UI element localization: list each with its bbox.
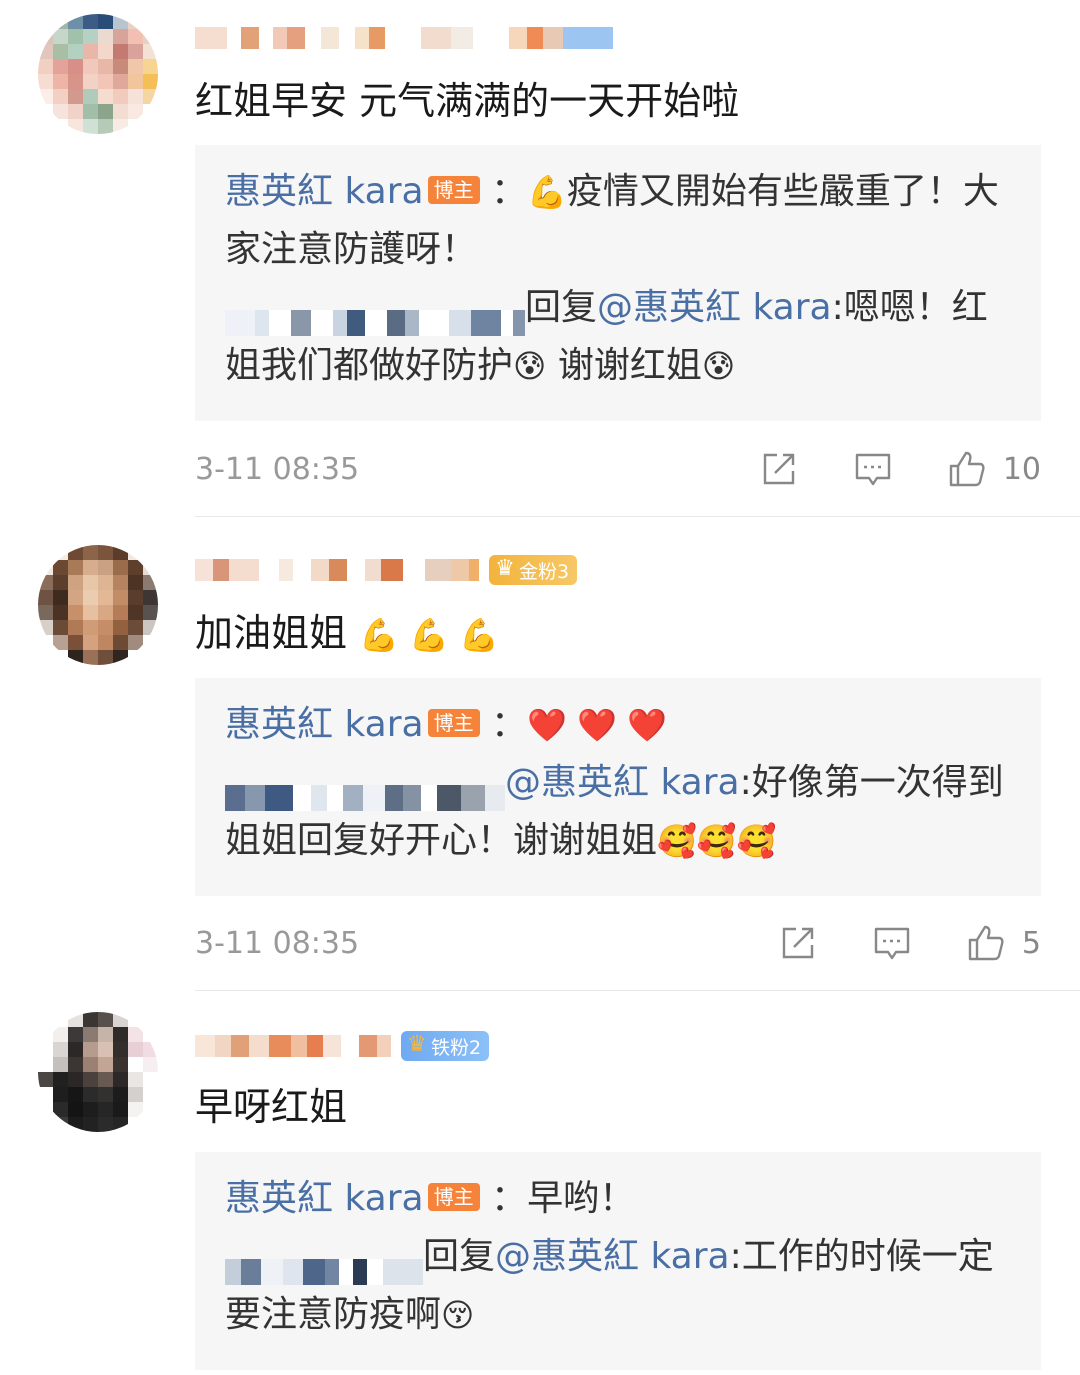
divider (195, 516, 1080, 517)
like-icon[interactable] (966, 923, 1006, 963)
comment-text: 早呀红姐 (195, 1082, 347, 1132)
mention-link[interactable]: @惠英紅 kara (597, 287, 832, 328)
blurred-username[interactable] (225, 1242, 423, 1285)
reply-prefix: 回复 (525, 287, 598, 328)
share-icon[interactable] (778, 923, 818, 963)
blurred-username[interactable] (195, 1031, 391, 1061)
avatar[interactable] (38, 14, 158, 134)
anxious-emoji: 😰 (701, 347, 736, 385)
colon: ： (491, 1178, 528, 1219)
comment-text-content: 加油姐姐 (195, 611, 348, 655)
muscle-emoji: 💪 (527, 173, 567, 211)
blogger-badge: 博主 (427, 176, 480, 204)
reply-prefix: 回复 (423, 1236, 496, 1277)
blogger-name[interactable]: 惠英紅 kara (225, 1178, 424, 1219)
user-reply: @惠英紅 kara:好像第一次得到姐姐回复好开心！谢谢姐姐🥰🥰🥰 (225, 754, 1011, 870)
comment-text-content: 红姐早安 元气满满的一天开始啦 (195, 79, 740, 123)
blogger-reply-text: 早哟！ (527, 1178, 636, 1219)
colon: ： (491, 704, 528, 745)
blogger-badge: 博主 (427, 709, 480, 737)
colon: ： (491, 171, 528, 212)
like-count: 10 (1002, 451, 1041, 487)
anxious-emoji: 😰 (513, 347, 547, 385)
hugging-face-emoji: 🥰🥰🥰 (657, 822, 777, 860)
username-row[interactable]: ♛ 金粉3 (195, 548, 578, 592)
user-reply: 回复@惠英紅 kara:嗯嗯！红姐我们都做好防护😰 谢谢红姐😰 (225, 279, 1011, 395)
blogger-reply: 惠英紅 kara 博主 ：💪疫情又開始有些嚴重了！大家注意防護呀！ (225, 163, 1011, 279)
fan-badge[interactable]: ♛ 金粉3 (489, 555, 578, 585)
fan-badge-label: 金粉3 (519, 560, 570, 583)
avatar[interactable] (38, 1012, 158, 1132)
blogger-reply: 惠英紅 kara 博主 ：❤️ ❤️ ❤️ (225, 696, 1011, 754)
comment-meta: 3-11 08:35 5 (195, 918, 1041, 968)
username-row[interactable] (195, 16, 613, 60)
fan-badge[interactable]: ♛ 铁粉2 (401, 1031, 490, 1061)
timestamp: 3-11 08:35 (195, 451, 360, 487)
comment-icon[interactable] (872, 923, 912, 963)
blogger-name[interactable]: 惠英紅 kara (225, 704, 424, 745)
comment-text: 红姐早安 元气满满的一天开始啦 (195, 76, 739, 126)
mention-link[interactable]: @惠英紅 kara (495, 1236, 730, 1277)
user-reply: 回复@惠英紅 kara:工作的时候一定要注意防疫啊😚 (225, 1228, 1011, 1344)
comment-icon[interactable] (853, 449, 893, 489)
fan-badge-label: 铁粉2 (431, 1036, 482, 1059)
reply-box[interactable]: 惠英紅 kara 博主 ：💪疫情又開始有些嚴重了！大家注意防護呀！ 回复@惠英紅 … (195, 145, 1041, 421)
share-icon[interactable] (759, 449, 799, 489)
divider (195, 990, 1080, 991)
blogger-name[interactable]: 惠英紅 kara (225, 171, 424, 212)
like-count: 5 (1021, 925, 1041, 961)
kissing-face-emoji: 😚 (441, 1296, 475, 1334)
comment-text-content: 早呀红姐 (195, 1085, 348, 1129)
mention-link[interactable]: @惠英紅 kara (505, 762, 740, 803)
blurred-username[interactable] (225, 768, 505, 811)
user-reply-text-2: 谢谢红姐 (546, 345, 702, 386)
reply-box[interactable]: 惠英紅 kara 博主 ：❤️ ❤️ ❤️ @惠英紅 kara:好像第一次得到姐姐… (195, 678, 1041, 896)
reply-box[interactable]: 惠英紅 kara 博主 ：早哟！ 回复@惠英紅 kara:工作的时候一定要注意防疫… (195, 1152, 1041, 1370)
crown-icon: ♛ (407, 1032, 427, 1057)
blurred-username[interactable] (225, 293, 525, 336)
comment-text: 加油姐姐 💪 💪 💪 (195, 608, 499, 660)
comment-meta: 3-11 08:35 10 (195, 444, 1041, 494)
crown-icon: ♛ (495, 556, 515, 581)
username-row[interactable]: ♛ 铁粉2 (195, 1024, 490, 1068)
heart-emoji: ❤️ ❤️ ❤️ (527, 706, 667, 744)
muscle-emoji: 💪 💪 💪 (359, 616, 499, 654)
timestamp: 3-11 08:35 (195, 925, 360, 961)
blurred-username[interactable] (195, 555, 479, 585)
blogger-reply: 惠英紅 kara 博主 ：早哟！ (225, 1170, 1011, 1228)
blogger-badge: 博主 (427, 1183, 480, 1211)
avatar[interactable] (38, 545, 158, 665)
blurred-username[interactable] (195, 23, 613, 53)
like-icon[interactable] (947, 449, 987, 489)
